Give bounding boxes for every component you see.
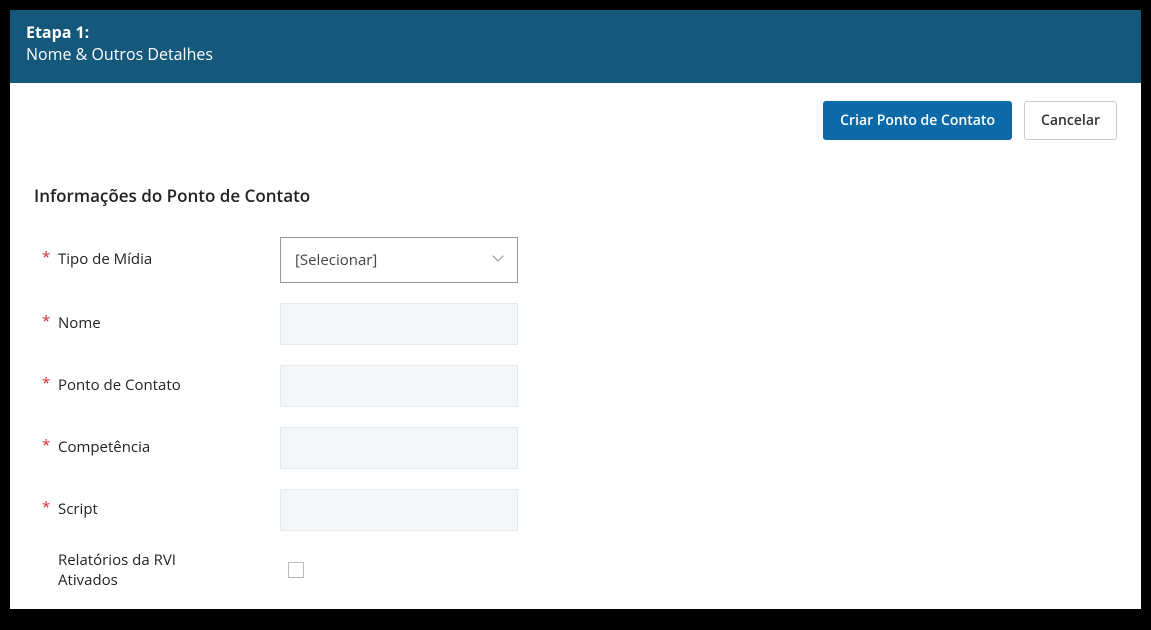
cancel-button[interactable]: Cancelar (1024, 101, 1117, 140)
required-star: * (42, 250, 52, 265)
media-type-label: Tipo de Mídia (58, 250, 152, 270)
name-input[interactable] (280, 303, 518, 345)
form-row-script: * Script (34, 489, 1117, 531)
form-row-point-of-contact: * Ponto de Contato (34, 365, 1117, 407)
required-star: * (42, 314, 52, 329)
media-type-select[interactable]: [Selecionar] (280, 237, 518, 283)
script-label: Script (58, 500, 98, 520)
wizard-header: Etapa 1: Nome & Outros Detalhes (10, 10, 1141, 83)
required-star: * (42, 376, 52, 391)
step-label: Etapa 1: (26, 22, 1125, 43)
form-row-media-type: * Tipo de Mídia [Selecionar] (34, 237, 1117, 283)
form-row-competency: * Competência (34, 427, 1117, 469)
form-row-name: * Nome (34, 303, 1117, 345)
form-row-rvi-reports: * Relatórios da RVI Ativados (34, 551, 1117, 590)
action-bar: Criar Ponto de Contato Cancelar (10, 83, 1141, 140)
competency-label: Competência (58, 438, 150, 458)
media-type-select-value: [Selecionar] (295, 250, 377, 270)
section-title: Informações do Ponto de Contato (34, 184, 1117, 207)
form-content: Informações do Ponto de Contato * Tipo d… (10, 140, 1141, 630)
competency-input[interactable] (280, 427, 518, 469)
point-of-contact-label: Ponto de Contato (58, 376, 181, 396)
script-input[interactable] (280, 489, 518, 531)
rvi-reports-checkbox[interactable] (288, 562, 304, 578)
name-label: Nome (58, 314, 101, 334)
create-contact-point-button[interactable]: Criar Ponto de Contato (823, 101, 1012, 140)
point-of-contact-input[interactable] (280, 365, 518, 407)
rvi-reports-label: Relatórios da RVI Ativados (58, 551, 238, 590)
required-star: * (42, 438, 52, 453)
required-star: * (42, 500, 52, 515)
step-subtitle: Nome & Outros Detalhes (26, 43, 1125, 65)
